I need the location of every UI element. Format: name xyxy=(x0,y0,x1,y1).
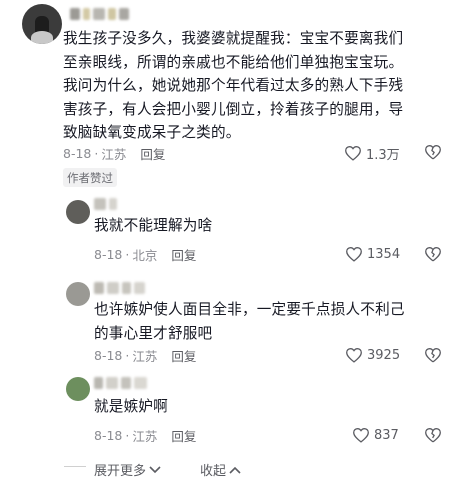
reply-button[interactable]: 回复 xyxy=(171,426,196,445)
comment-date: 8-18 xyxy=(94,246,123,262)
reply-username-blurred[interactable] xyxy=(94,282,145,294)
broken-heart-icon[interactable] xyxy=(424,427,442,443)
reply-username-blurred[interactable] xyxy=(94,377,147,389)
reply-text: 也许嫉妒使人面目全非，一定要千点损人不利己 的事心里才舒服吧 xyxy=(94,298,405,345)
broken-heart-icon[interactable] xyxy=(424,347,442,363)
reply-button[interactable]: 回复 xyxy=(171,245,196,264)
expand-more-button[interactable]: 展开更多 xyxy=(94,460,161,479)
broken-heart-icon[interactable] xyxy=(424,144,442,160)
comment-line: 致脑缺氧变成呆子之类的。 xyxy=(63,124,241,141)
comment-line: 我就不能理解为啥 xyxy=(94,217,213,234)
like-count: 1.3万 xyxy=(366,147,400,163)
like-button[interactable]: 1354 xyxy=(345,244,400,264)
divider xyxy=(64,466,86,467)
comment-location: 江苏 xyxy=(101,146,127,162)
expand-more-label: 展开更多 xyxy=(94,464,147,479)
like-count: 3925 xyxy=(367,347,401,363)
reply-avatar[interactable] xyxy=(66,377,90,401)
heart-outline-icon xyxy=(353,428,369,443)
avatar-figure-base xyxy=(31,31,53,44)
reply-button[interactable]: 回复 xyxy=(140,144,165,163)
comment-line: 的事心里才舒服吧 xyxy=(94,324,213,342)
comment-date: 8-18 xyxy=(94,347,123,363)
avatar[interactable] xyxy=(22,4,62,44)
main-comment-text: 我生孩子没多久，我婆婆就提醒我：宝宝不要离我们 至亲眼线，所谓的亲戚也不能给他们… xyxy=(63,27,403,145)
like-button[interactable]: 3925 xyxy=(345,345,400,365)
heart-outline-icon xyxy=(346,247,362,262)
heart-outline-icon xyxy=(346,348,362,363)
comment-line: 害孩子，有人会把小婴儿倒立，拎着孩子的腿用，导 xyxy=(63,100,404,118)
comment-meta: 8-18 · 江苏 回复 xyxy=(63,144,166,163)
comment-location: 江苏 xyxy=(132,348,158,364)
broken-heart-icon[interactable] xyxy=(424,246,442,262)
comment-location: 江苏 xyxy=(132,428,158,444)
chevron-up-icon xyxy=(229,466,241,474)
reply-text: 我就不能理解为啥 xyxy=(94,214,212,238)
reply-avatar[interactable] xyxy=(66,282,90,306)
like-button[interactable]: 837 xyxy=(352,425,399,445)
comment-line: 也许嫉妒使人面目全非，一定要千点损人不利己 xyxy=(94,301,405,318)
comment-line: 我问为什么，她说她那个年代看过太多的熟人下手残 xyxy=(63,77,404,94)
heart-outline-icon xyxy=(345,146,361,161)
reply-button[interactable]: 回复 xyxy=(171,346,196,365)
reply-avatar[interactable] xyxy=(66,200,90,224)
comment-date: 8-18 xyxy=(94,427,123,443)
comment-location: 北京 xyxy=(132,247,158,263)
author-liked-badge: 作者赞过 xyxy=(63,168,117,187)
reply-meta: 8-18 · 北京 回复 xyxy=(94,245,197,264)
reply-meta: 8-18 · 江苏 回复 xyxy=(94,426,197,445)
collapse-label: 收起 xyxy=(200,464,227,479)
chevron-down-icon xyxy=(149,465,161,473)
comment-date: 8-18 xyxy=(63,145,92,161)
comment-line: 就是嫉妒啊 xyxy=(94,398,168,415)
like-count: 1354 xyxy=(367,246,401,262)
like-count: 837 xyxy=(374,427,399,443)
reply-meta: 8-18 · 江苏 回复 xyxy=(94,346,197,365)
collapse-button[interactable]: 收起 xyxy=(200,460,241,479)
comment-line: 至亲眼线，所谓的亲戚也不能给他们单独抱宝宝玩。 xyxy=(63,53,404,71)
username-blurred[interactable] xyxy=(70,8,129,20)
reply-text: 就是嫉妒啊 xyxy=(94,395,168,419)
comment-line: 我生孩子没多久，我婆婆就提醒我：宝宝不要离我们 xyxy=(63,30,404,47)
reply-username-blurred[interactable] xyxy=(94,198,117,210)
like-button[interactable]: 1.3万 xyxy=(344,143,400,163)
